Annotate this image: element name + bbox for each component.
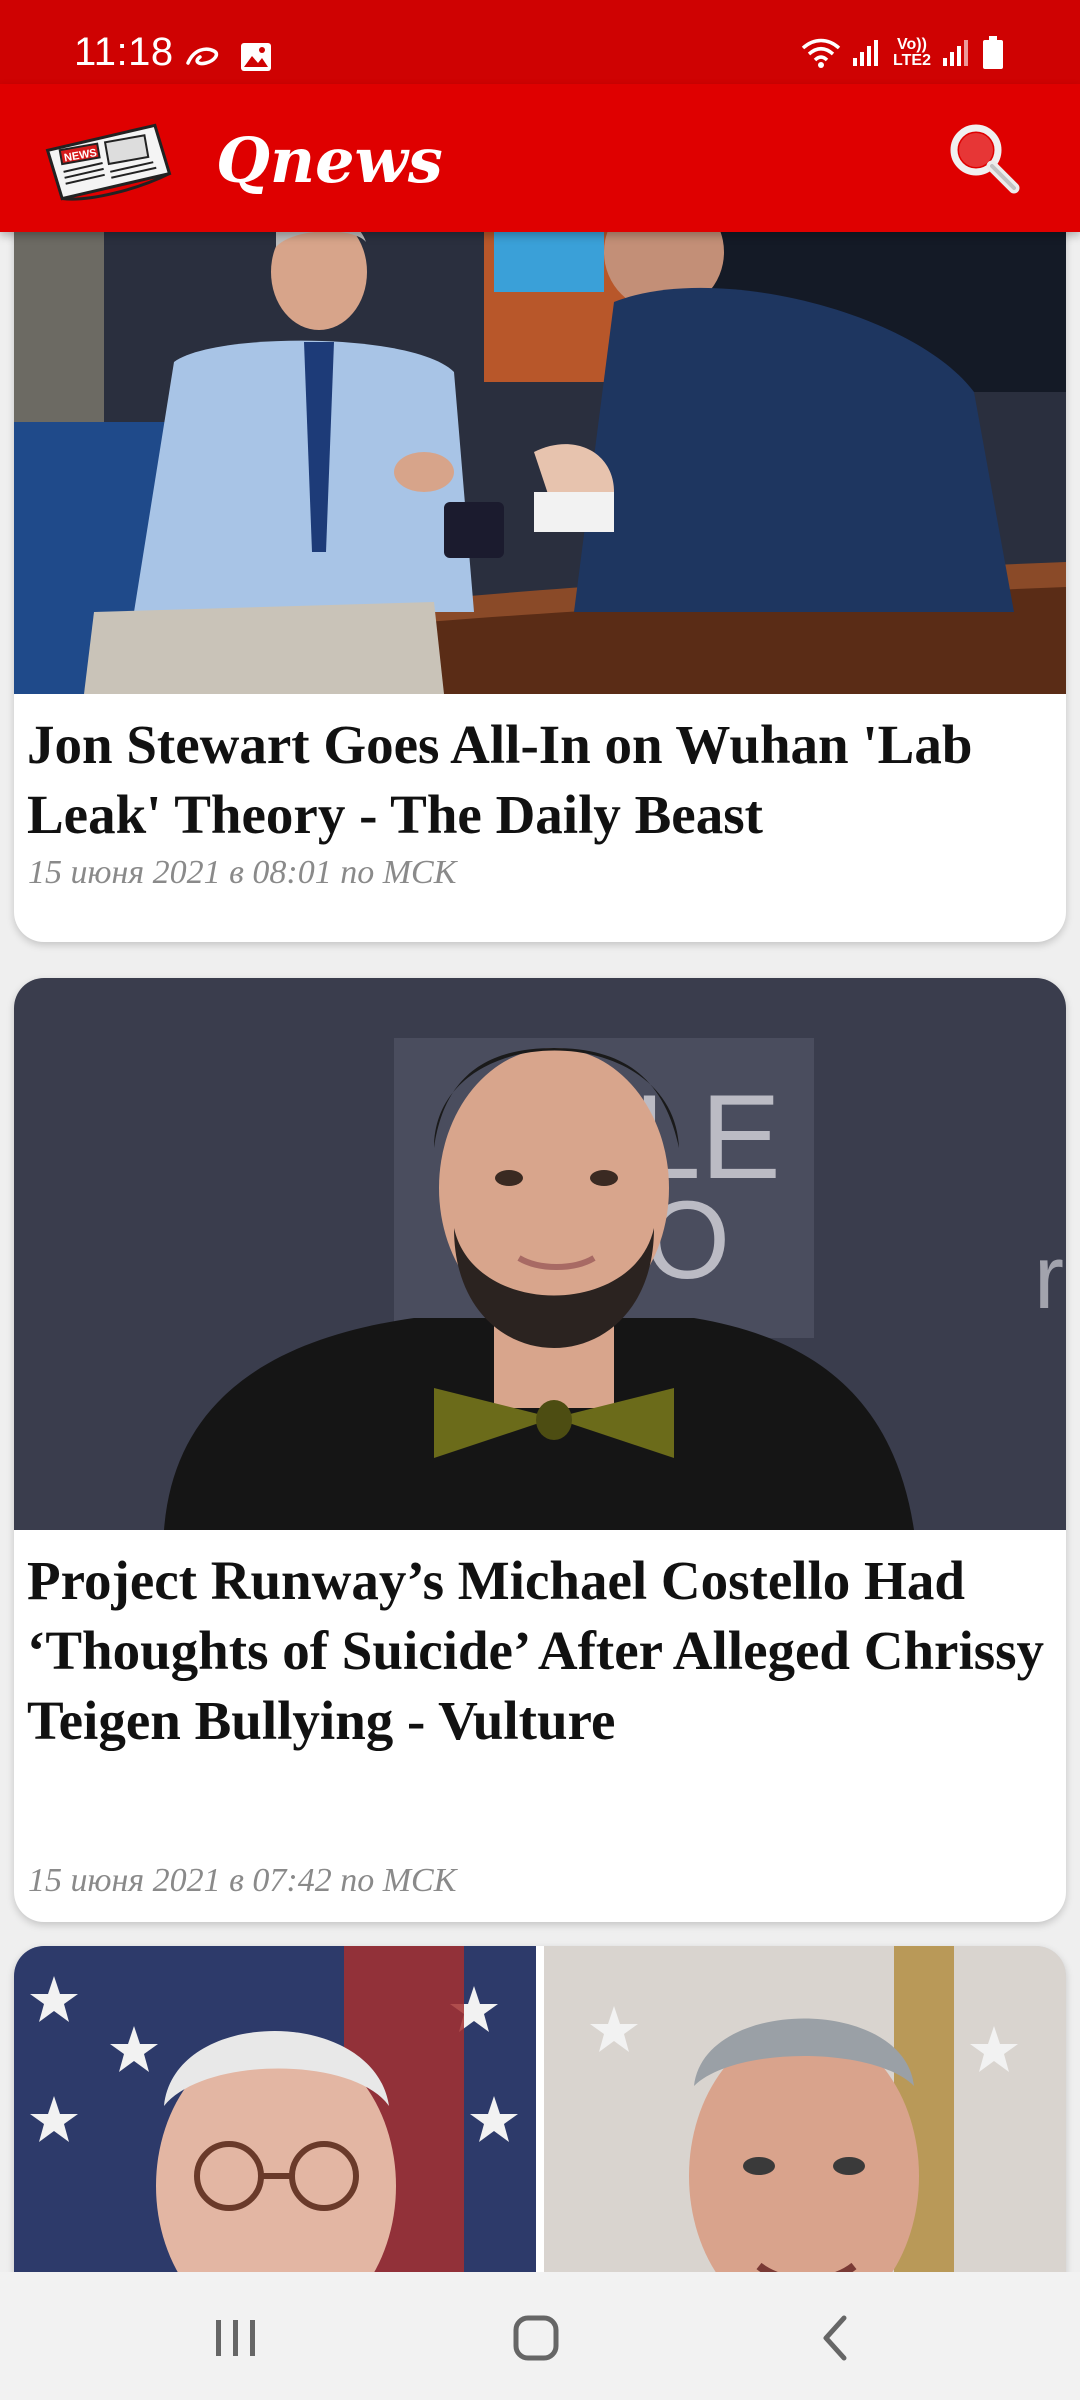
- news-card[interactable]: LE IO r Project Runway’s Michael Costell…: [14, 978, 1066, 1922]
- signal-icon: [853, 40, 878, 66]
- article-date: 15 июня 2021 в 08:01 по МСК: [28, 854, 457, 891]
- news-image[interactable]: [14, 232, 1066, 694]
- home-icon[interactable]: [506, 2308, 566, 2368]
- app-bar: NEWS Qnews: [0, 84, 1080, 232]
- recents-icon[interactable]: [206, 2308, 266, 2368]
- article-date: 15 июня 2021 в 07:42 по МСК: [28, 1862, 457, 1899]
- volte-icon: Vo)) LTE2: [892, 37, 932, 69]
- status-bar: 11:18 Vo)) LTE2: [0, 0, 1080, 84]
- svg-text:r: r: [1034, 1228, 1064, 1328]
- gesture-icon: [186, 47, 219, 66]
- article-title[interactable]: Project Runway’s Michael Costello Had ‘T…: [27, 1546, 1046, 1756]
- news-feed[interactable]: Jon Stewart Goes All-In on Wuhan 'Lab Le…: [0, 232, 1080, 2272]
- signal-icon: [943, 40, 968, 66]
- news-card[interactable]: Jon Stewart Goes All-In on Wuhan 'Lab Le…: [14, 232, 1066, 942]
- newspaper-logo-icon: NEWS: [45, 123, 172, 201]
- app-title: Qnews: [216, 124, 443, 197]
- wifi-icon: [801, 38, 841, 68]
- gallery-icon: [241, 43, 271, 71]
- news-image[interactable]: [14, 1946, 1066, 2272]
- navigation-bar: [0, 2272, 1080, 2400]
- volte-label: Vo)) LTE2: [893, 36, 931, 69]
- status-time: 11:18: [74, 30, 174, 74]
- article-title[interactable]: Jon Stewart Goes All-In on Wuhan 'Lab Le…: [27, 710, 1046, 850]
- search-button[interactable]: [942, 116, 1026, 200]
- news-card[interactable]: [14, 1946, 1066, 2272]
- back-icon[interactable]: [806, 2308, 866, 2368]
- news-image[interactable]: LE IO r: [14, 978, 1066, 1530]
- battery-icon: [983, 36, 1003, 69]
